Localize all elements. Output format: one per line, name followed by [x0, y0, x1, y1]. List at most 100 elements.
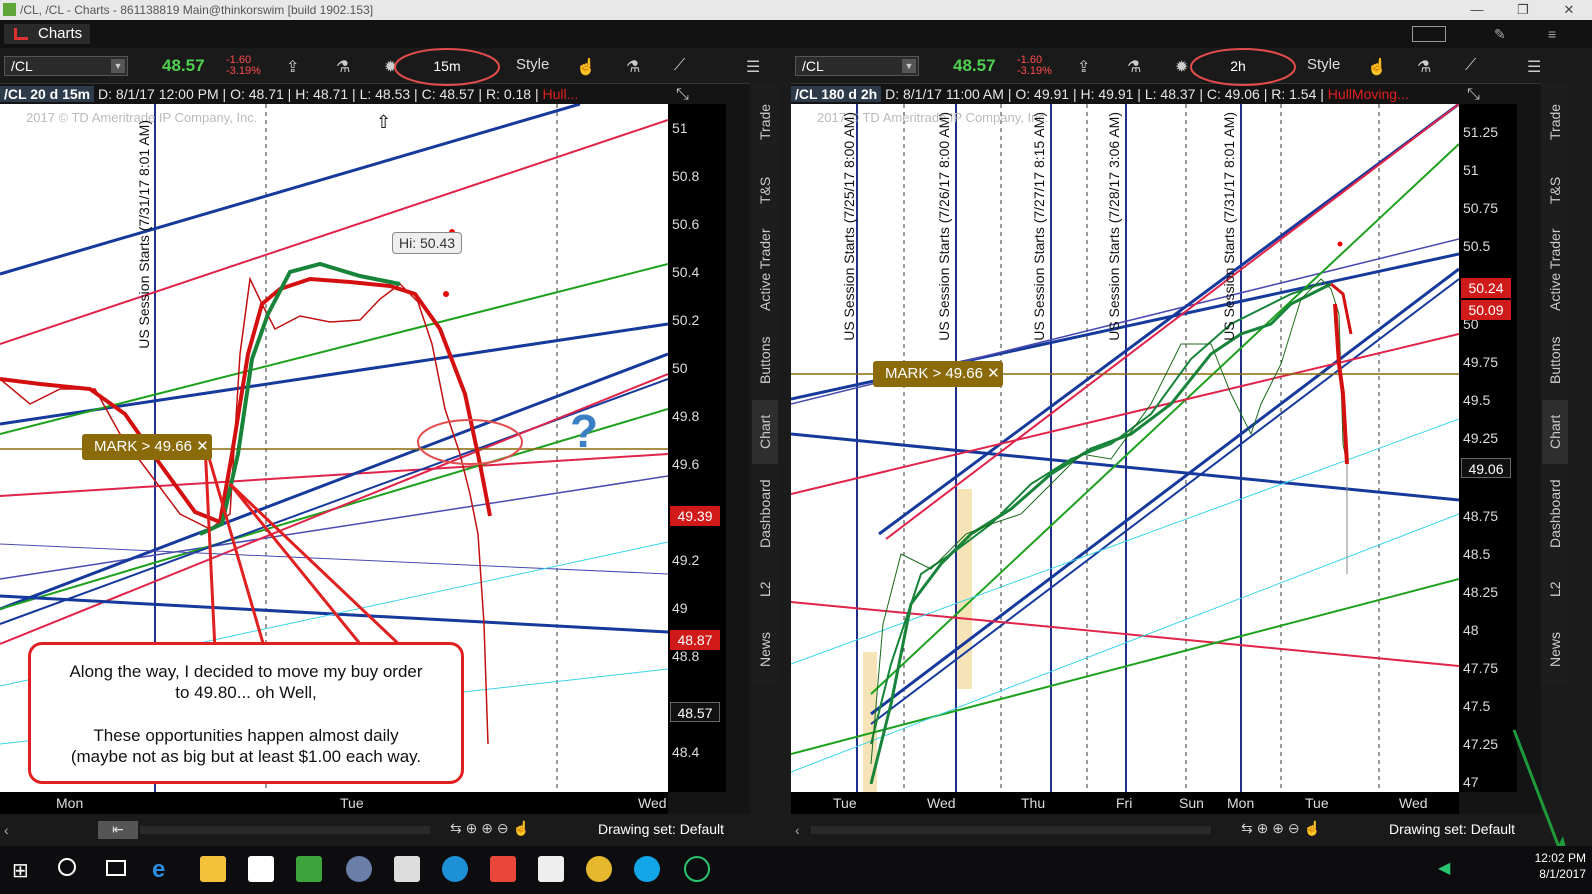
right-expand-icon[interactable]: ⤡ — [1467, 86, 1480, 104]
app-icon-12[interactable] — [684, 856, 710, 882]
right-axis-label: 50.5 — [1463, 238, 1491, 254]
left-bottom-bar: ‹ ⇤ ⇆ ⊕ ⊕ ⊖ ☝ Drawing set: Default — [0, 814, 750, 846]
pin-icon[interactable]: ✎ — [1494, 26, 1506, 43]
calculator-icon[interactable] — [394, 856, 420, 882]
zoom-controls-icons[interactable]: ⇆ ⊕ ⊕ ⊖ ☝ — [1241, 820, 1321, 837]
side-tab-ts[interactable]: T&S — [1542, 160, 1568, 220]
hand-icon[interactable]: ☝ — [576, 57, 596, 77]
side-tab-trade[interactable]: Trade — [1542, 84, 1568, 160]
left-mark-label[interactable]: MARK > 49.66 ✕ — [82, 434, 212, 460]
left-scrollbar[interactable] — [140, 826, 430, 834]
left-style-menu[interactable]: Style — [516, 56, 549, 73]
scroll-start-button[interactable]: ⇤ — [98, 821, 138, 839]
left-price-box-hull-2: 48.87 — [670, 630, 720, 650]
side-tab-ts[interactable]: T&S — [752, 160, 778, 220]
scroll-left-icon[interactable]: ‹ — [4, 822, 9, 838]
close-icon[interactable]: ✕ — [196, 438, 209, 455]
right-axis-label: 48.75 — [1463, 508, 1499, 524]
right-price-axis[interactable]: 51.25 51 50.75 50.5 50 49.75 49.5 49.25 … — [1459, 104, 1517, 792]
right-scrollbar[interactable] — [811, 826, 1211, 834]
task-view-icon[interactable] — [106, 860, 126, 876]
side-tab-l2[interactable]: L2 — [752, 564, 778, 614]
right-mark-label[interactable]: MARK > 49.66 ✕ — [873, 361, 1003, 387]
chevron-down-icon: ▼ — [902, 59, 916, 73]
side-tab-chart[interactable]: Chart — [1542, 400, 1568, 464]
scroll-left-icon[interactable]: ‹ — [795, 822, 800, 838]
right-style-menu[interactable]: Style — [1307, 56, 1340, 73]
tray-arrow-icon[interactable]: ◀ — [1438, 858, 1450, 878]
left-info-high: H: 48.71 — [295, 86, 349, 102]
right-axis-label: 48.25 — [1463, 584, 1499, 600]
flask-icon[interactable]: ⚗ — [1127, 57, 1141, 77]
right-change-pct: -3.19% — [1017, 65, 1052, 77]
chrome-icon[interactable] — [586, 856, 612, 882]
side-tab-active-trader[interactable]: Active Trader — [752, 220, 778, 320]
side-tab-news[interactable]: News — [752, 614, 778, 684]
windows-start-icon[interactable]: ⊞ — [12, 858, 29, 883]
drawing-tools-icon[interactable]: ⟋ — [1465, 57, 1476, 75]
right-chart-desc: /CL 180 d 2h — [791, 86, 882, 102]
menu-icon[interactable]: ≡ — [1548, 26, 1556, 42]
skype-icon[interactable] — [634, 856, 660, 882]
search-icon[interactable] — [58, 858, 76, 876]
app-icon-5[interactable] — [346, 856, 372, 882]
left-symbol: /CL — [11, 58, 33, 74]
left-axis-label: 48.8 — [672, 648, 700, 664]
app-icon-7[interactable] — [442, 856, 468, 882]
share-icon[interactable]: ⇪ — [286, 57, 299, 77]
right-info-range: R: 1.54 — [1271, 86, 1317, 102]
left-time-axis[interactable]: Mon Tue Wed — [0, 792, 668, 814]
mail-icon[interactable] — [538, 856, 564, 882]
right-symbol-selector[interactable]: /CL ▼ — [795, 56, 919, 76]
list-icon[interactable]: ☰ — [746, 57, 760, 77]
right-plot-area[interactable]: 2017 © TD Ameritrade IP Company, Inc. US… — [791, 104, 1459, 792]
charts-tab[interactable]: Charts — [4, 24, 90, 44]
left-symbol-selector[interactable]: /CL ▼ — [4, 56, 128, 76]
maximize-button[interactable]: ❐ — [1500, 0, 1546, 20]
thinkorswim-icon[interactable] — [296, 856, 322, 882]
right-info-date: D: 8/1/17 11:00 AM — [885, 86, 1004, 102]
flask-icon-2[interactable]: ⚗ — [626, 57, 640, 77]
app-icon-8[interactable] — [490, 856, 516, 882]
left-price-axis[interactable]: 51 50.8 50.6 50.4 50.2 50 49.8 49.6 49.2… — [668, 104, 726, 792]
side-tab-buttons[interactable]: Buttons — [752, 320, 778, 400]
side-tab-dashboard[interactable]: Dashboard — [1542, 464, 1568, 564]
right-timeframe-button[interactable]: 2h — [1209, 55, 1267, 77]
left-info-close: C: 48.57 — [421, 86, 475, 102]
left-axis-label: 50.6 — [672, 216, 700, 232]
minimize-button[interactable]: — — [1454, 0, 1500, 20]
side-tab-active-trader[interactable]: Active Trader — [1542, 220, 1568, 320]
side-tab-trade[interactable]: Trade — [752, 84, 778, 160]
edge-icon[interactable]: e — [152, 856, 178, 883]
side-tab-dashboard[interactable]: Dashboard — [752, 464, 778, 564]
windows-taskbar: ⊞ e ◀ 12:02 PM 8/1/2017 — [0, 846, 1592, 894]
flask-icon-2[interactable]: ⚗ — [1417, 57, 1431, 77]
share-icon[interactable]: ⇪ — [1077, 57, 1090, 77]
gear-icon[interactable]: ✹ — [384, 57, 397, 77]
hand-icon[interactable]: ☝ — [1367, 57, 1387, 77]
side-tab-chart[interactable]: Chart — [752, 400, 778, 464]
gear-icon[interactable]: ✹ — [1175, 57, 1188, 77]
right-info-high: H: 49.91 — [1080, 86, 1134, 102]
layout-icon[interactable] — [1412, 26, 1446, 42]
right-time-axis[interactable]: Tue Wed Thu Fri Sun Mon Tue Wed — [791, 792, 1459, 814]
flask-icon[interactable]: ⚗ — [336, 57, 350, 77]
zoom-controls-icons[interactable]: ⇆ ⊕ ⊕ ⊖ ☝ — [450, 820, 530, 837]
store-icon[interactable] — [248, 856, 274, 882]
close-button[interactable]: ✕ — [1546, 0, 1592, 20]
drawing-tools-icon[interactable]: ⟋ — [674, 57, 685, 75]
left-timeframe-button[interactable]: 15m — [418, 55, 476, 77]
annotation-line-2: to 49.80... oh Well, — [175, 683, 317, 702]
right-drawing-set[interactable]: Drawing set: Default — [1389, 821, 1515, 837]
file-explorer-icon[interactable] — [200, 856, 226, 882]
side-tab-buttons[interactable]: Buttons — [1542, 320, 1568, 400]
left-expand-icon[interactable]: ⤡ — [676, 86, 689, 104]
left-drawing-set[interactable]: Drawing set: Default — [598, 821, 724, 837]
side-tab-news[interactable]: News — [1542, 614, 1568, 684]
list-icon[interactable]: ☰ — [1527, 57, 1541, 77]
charts-tab-label: Charts — [38, 25, 83, 42]
side-tab-l2[interactable]: L2 — [1542, 564, 1568, 614]
close-icon[interactable]: ✕ — [987, 365, 1000, 382]
left-plot-area[interactable]: 2017 © TD Ameritrade IP Company, Inc. US… — [0, 104, 668, 792]
taskbar-clock[interactable]: 12:02 PM 8/1/2017 — [1535, 850, 1586, 882]
